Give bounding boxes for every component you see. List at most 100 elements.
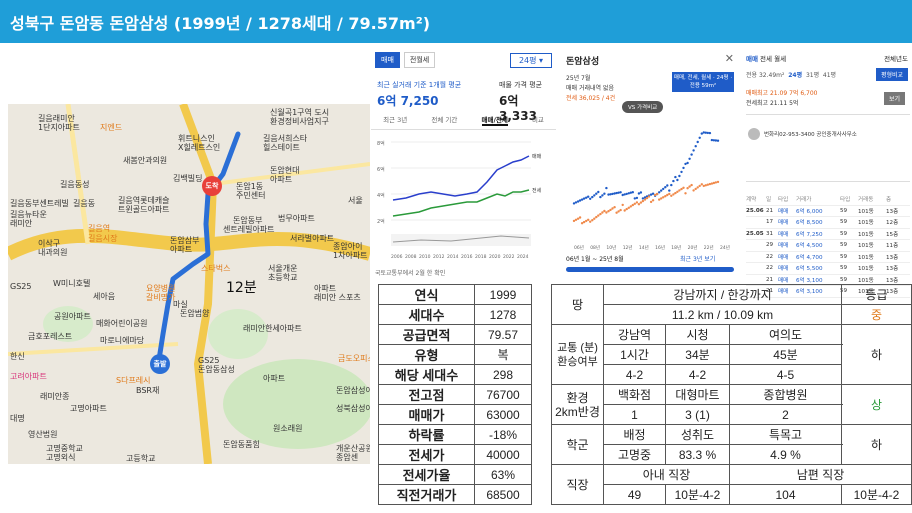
size-select-label: 24평 — [518, 56, 537, 65]
jeonse-point — [609, 208, 612, 212]
jeonse-point — [690, 183, 693, 187]
map-label: 스타벅스 — [201, 264, 231, 273]
filter-box[interactable]: 매매, 전세, 월세 · 24평 · 전용 59m² — [672, 72, 734, 92]
env-val: 1 — [603, 404, 666, 425]
school-col: 성취도 — [665, 424, 730, 445]
map-label: 새봄안과의원 — [123, 156, 168, 165]
tab-sale-list[interactable]: 매매 — [746, 55, 758, 63]
x-tick: 2016 — [461, 254, 473, 260]
map-label: 아파트 — [270, 175, 293, 184]
table-row[interactable]: 29 매매 6억 4,500 59 101동 11층 — [746, 240, 910, 252]
sale-point — [582, 197, 586, 200]
jeonse-point — [643, 198, 647, 201]
jeonse-point — [714, 181, 718, 184]
size-31[interactable]: 31평 — [806, 72, 819, 79]
jeonse-point — [613, 206, 616, 209]
map-label: 래미안종 — [40, 392, 70, 401]
jeonse-point — [637, 203, 641, 206]
sale-point — [696, 140, 699, 144]
recent3-link[interactable]: 최근 3년 보기 — [680, 254, 715, 263]
cell: 21 — [766, 207, 774, 214]
sale-point — [688, 157, 691, 160]
x-tick: 2022 — [503, 254, 515, 260]
table-row[interactable]: 22 매매 6억 4,700 59 101동 13층 — [746, 252, 910, 263]
cell: 59 — [840, 230, 848, 237]
jeonse-point — [576, 217, 580, 220]
broker-name: 번화리02-953-3400 공인중개사사무소 — [764, 132, 857, 138]
map-label: 고명아파트 — [70, 404, 107, 413]
summary-key: 하락률 — [378, 424, 475, 445]
sale-point — [680, 170, 683, 174]
cell: 101동 — [858, 254, 874, 261]
map-label: 마로니에마당 — [100, 336, 145, 345]
table-row[interactable]: 25.05 31 매매 6억 7,250 59 101동 15층 — [746, 229, 910, 240]
year-dropdown[interactable]: 전체년도 — [884, 53, 908, 63]
size-select[interactable]: 24평 ▾ — [510, 53, 552, 68]
tab-recent3[interactable]: 최근 3년 — [383, 114, 407, 126]
legend-jeonse: 전세 — [532, 187, 542, 194]
jeonse-point — [682, 186, 685, 189]
jeonse-point — [698, 184, 701, 188]
size-compare-button[interactable]: 평형비교 — [876, 68, 909, 81]
summary-key: 연식 — [378, 284, 475, 305]
x-tick: 22년 — [704, 244, 714, 250]
more-button[interactable]: 보기 — [884, 92, 906, 105]
col-header: 거래동 — [858, 197, 874, 204]
jeonse-point — [603, 209, 606, 213]
jeonse-point — [589, 220, 592, 223]
depart-pin-icon[interactable]: 출발 — [150, 354, 170, 374]
tab-all[interactable]: 전체 기간 — [431, 114, 457, 126]
cell: 6억 8,500 — [796, 220, 823, 227]
map-label: 길음동 — [73, 199, 96, 208]
sale-point — [623, 193, 626, 196]
map-label: W미니호텔 — [53, 279, 91, 288]
sale-point — [629, 191, 632, 194]
map-label: 지엔드 — [100, 123, 123, 132]
sale-point — [631, 191, 634, 194]
chevron-down-icon: ▾ — [539, 56, 544, 65]
jeonse-point — [617, 210, 620, 213]
map-label: 공원아파트 — [54, 312, 91, 321]
cell: 6억 3,100 — [796, 277, 823, 284]
size-24[interactable]: 24평 — [788, 72, 802, 79]
cell: 101동 — [858, 277, 874, 284]
arrive-pin-icon[interactable]: 도착 — [202, 176, 222, 196]
summary-value: 63000 — [474, 404, 532, 425]
route-map[interactable]: 도착 출발 12분 신월곡1구역 도시 환경정비사업지구 길음래미안 1단지아파… — [8, 104, 370, 464]
sale-point — [658, 191, 661, 194]
jeonse-point — [664, 195, 667, 198]
map-label: 길음서희스타 — [263, 134, 308, 143]
summary-value: 298 — [474, 364, 532, 385]
summary-row: 전세가 40000 — [378, 444, 532, 465]
recent-avg-value: 6억 7,250 — [377, 94, 439, 108]
tab-compare[interactable]: 비교 — [532, 114, 544, 126]
route-time: 12분 — [226, 280, 257, 296]
table-row[interactable]: 17 매매 6억 8,500 59 101동 12층 — [746, 217, 910, 229]
tab-sale-jeonse[interactable]: 매매/전세 — [481, 114, 508, 126]
tab-jeonse-list[interactable]: 전세 — [760, 55, 772, 63]
grade-header: 등급 — [841, 284, 912, 305]
sale-point — [595, 192, 598, 195]
table-row[interactable]: 25.06 21 매매 6억 6,000 59 101동 13층 — [746, 206, 910, 217]
cell: 101동 — [858, 243, 874, 250]
tab-sale[interactable]: 매매 — [375, 52, 400, 68]
tab-jeonse[interactable]: 전월세 — [403, 52, 436, 68]
jeonse-point — [649, 200, 653, 204]
table-row[interactable]: 22 매매 6억 5,500 59 101동 13층 — [746, 263, 910, 275]
col-header: 거래가 — [796, 197, 812, 204]
job-val: 10분-4-2 — [841, 484, 912, 505]
x-tick: 08년 — [590, 244, 600, 250]
x-tick: 16년 — [655, 244, 665, 250]
cell: 59 — [840, 265, 848, 272]
size-41[interactable]: 41평 — [823, 72, 836, 79]
date-range: 06년 1월 ~ 25년 8월 — [566, 256, 624, 263]
sale-point — [698, 136, 701, 139]
tab-wolse-list[interactable]: 월세 — [774, 55, 786, 63]
x-tick: 24년 — [720, 244, 730, 250]
range-slider[interactable] — [566, 267, 734, 272]
summary-row: 유형 복 — [378, 344, 532, 365]
map-label: 요양병원 — [146, 284, 176, 293]
close-icon[interactable]: ✕ — [725, 52, 734, 65]
jeonse-high: 전세최고 21.11 5억 — [746, 100, 799, 107]
jeonse-point — [670, 194, 673, 197]
